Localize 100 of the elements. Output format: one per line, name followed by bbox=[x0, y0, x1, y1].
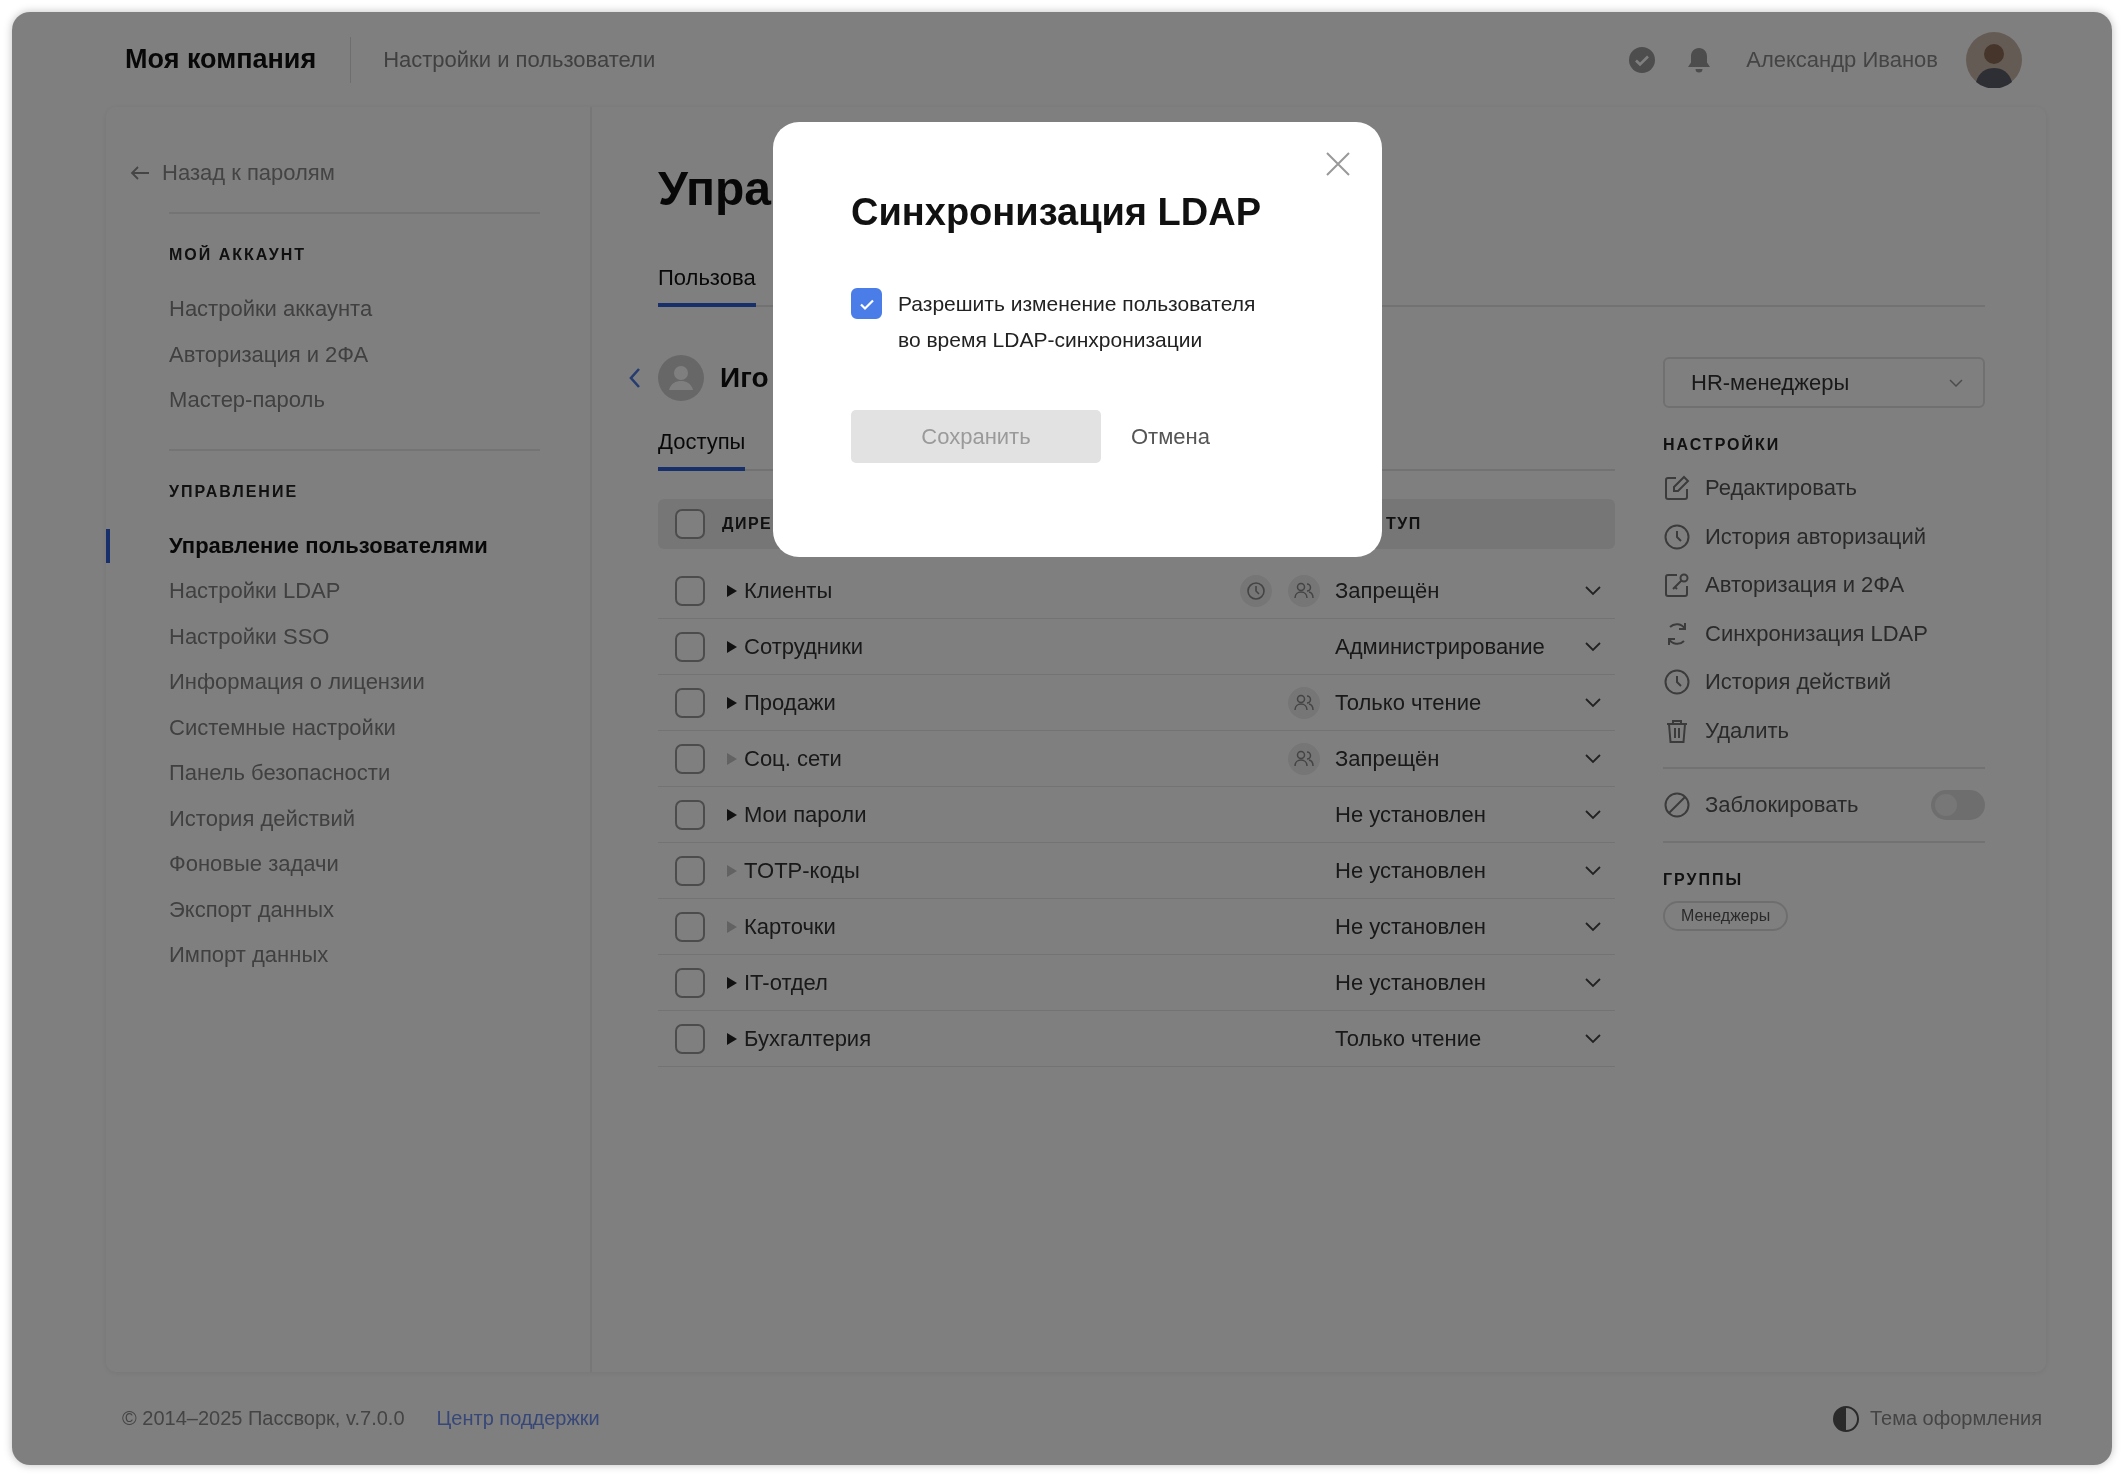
expand-triangle-icon[interactable] bbox=[727, 976, 737, 989]
user-avatar-icon bbox=[658, 355, 704, 401]
close-icon[interactable] bbox=[1325, 151, 1351, 177]
sidebar-item[interactable]: Информация о лицензии bbox=[169, 659, 425, 705]
section-heading: МОЙ АККАУНТ bbox=[169, 246, 307, 264]
contrast-icon[interactable] bbox=[1831, 1404, 1860, 1433]
sidebar-item[interactable]: Импорт данных bbox=[169, 932, 329, 978]
chevron-down-icon[interactable] bbox=[1585, 977, 1601, 988]
sidebar-item[interactable]: Мастер-пароль bbox=[169, 377, 325, 423]
block-icon bbox=[1663, 791, 1691, 819]
tab[interactable]: Пользова bbox=[658, 265, 756, 307]
sidebar-item[interactable]: Экспорт данных bbox=[169, 886, 334, 932]
tab[interactable]: Доступы bbox=[658, 429, 746, 471]
expand-triangle-icon[interactable] bbox=[727, 808, 737, 821]
chevron-down-icon[interactable] bbox=[1585, 697, 1601, 708]
avatar[interactable] bbox=[1966, 31, 2022, 88]
folder-name[interactable]: Мои пароли bbox=[744, 801, 1320, 828]
sidebar-item[interactable]: Авторизация и 2ФА bbox=[169, 331, 369, 377]
folder-name[interactable]: Бухгалтерия bbox=[744, 1025, 1320, 1052]
clock-icon bbox=[1663, 522, 1691, 551]
sidebar-item[interactable]: Системные настройки bbox=[169, 704, 396, 750]
column-header: ДИРЕ bbox=[722, 515, 774, 533]
checkbox[interactable] bbox=[851, 288, 882, 319]
active-indicator bbox=[106, 528, 110, 563]
checkbox[interactable] bbox=[675, 855, 705, 886]
company-name[interactable]: Моя компания bbox=[125, 44, 317, 75]
user-name[interactable]: Александр Иванов bbox=[1746, 46, 1938, 73]
section-heading: НАСТРОЙКИ bbox=[1663, 436, 1781, 454]
back-arrow-icon[interactable] bbox=[130, 165, 150, 181]
check-circle-icon[interactable] bbox=[1628, 45, 1657, 74]
folder-name[interactable]: Продажи bbox=[744, 689, 1272, 716]
folder-name[interactable]: IT-отдел bbox=[744, 969, 1320, 996]
clock-icon bbox=[1663, 668, 1691, 697]
access-dropdown[interactable]: Администрирование bbox=[1335, 633, 1585, 660]
expand-triangle-icon[interactable] bbox=[727, 584, 737, 597]
menu-item[interactable]: История действий bbox=[1705, 669, 1892, 696]
menu-item[interactable]: Авторизация и 2ФА bbox=[1705, 572, 1905, 599]
chevron-down-icon[interactable] bbox=[1585, 753, 1601, 764]
group-select[interactable]: HR-менеджеры bbox=[1663, 357, 1985, 408]
chevron-down-icon[interactable] bbox=[1585, 921, 1601, 932]
checkbox[interactable] bbox=[675, 799, 705, 830]
folder-name[interactable]: Соц. сети bbox=[744, 745, 1272, 772]
access-dropdown[interactable]: Только чтение bbox=[1335, 1025, 1585, 1052]
checkbox-label: Разрешить изменение пользователя во время LDAP-синхронизации bbox=[898, 291, 1257, 353]
chevron-down-icon[interactable] bbox=[1585, 585, 1601, 596]
block-label: Заблокировать bbox=[1705, 792, 1859, 818]
column-header: ТУП bbox=[1386, 515, 1422, 533]
chevron-down-icon[interactable] bbox=[1585, 865, 1601, 876]
copyright-text: © 2014–2025 Пассворк, v.7.0.0 bbox=[122, 1407, 405, 1430]
theme-link[interactable]: Тема оформления bbox=[1869, 1407, 2042, 1430]
checkbox[interactable] bbox=[675, 911, 705, 942]
group-tag[interactable]: Менеджеры bbox=[1663, 901, 1789, 931]
menu-item[interactable]: Удалить bbox=[1705, 717, 1789, 744]
sidebar-item[interactable]: Панель безопасности bbox=[169, 750, 391, 796]
expand-triangle-icon[interactable] bbox=[727, 696, 737, 709]
sidebar-item[interactable]: Настройки LDAP bbox=[169, 568, 341, 614]
folder-name[interactable]: Карточки bbox=[744, 913, 1320, 940]
section-heading: УПРАВЛЕНИЕ bbox=[169, 482, 299, 501]
user-name: Иго bbox=[720, 362, 769, 394]
checkbox[interactable] bbox=[675, 509, 705, 539]
folder-name[interactable]: Клиенты bbox=[744, 577, 1224, 604]
back-chevron-icon[interactable] bbox=[628, 367, 642, 389]
access-dropdown[interactable]: Не установлен bbox=[1335, 801, 1585, 828]
checkbox[interactable] bbox=[675, 575, 705, 606]
section-title: Настройки и пользователи bbox=[383, 46, 656, 73]
access-dropdown[interactable]: Запрещён bbox=[1335, 745, 1585, 772]
checkbox[interactable] bbox=[675, 631, 705, 662]
checkbox[interactable] bbox=[675, 743, 705, 774]
folder-name[interactable]: TOTP-коды bbox=[744, 857, 1320, 884]
sidebar-item[interactable]: Настройки SSO bbox=[169, 613, 330, 659]
section-heading: ГРУППЫ bbox=[1663, 871, 1744, 889]
expand-triangle-icon[interactable] bbox=[727, 1032, 737, 1045]
menu-item[interactable]: История авторизаций bbox=[1705, 523, 1926, 550]
menu-item[interactable]: Редактировать bbox=[1705, 475, 1857, 502]
sidebar-item[interactable]: Управление пользователями bbox=[169, 522, 488, 568]
access-dropdown[interactable]: Не установлен bbox=[1335, 857, 1585, 884]
checkbox[interactable] bbox=[675, 1023, 705, 1054]
back-link[interactable]: Назад к паролям bbox=[130, 107, 335, 212]
access-dropdown[interactable]: Не установлен bbox=[1335, 913, 1585, 940]
sidebar-item[interactable]: Фоновые задачи bbox=[169, 841, 339, 887]
chevron-down-icon[interactable] bbox=[1585, 641, 1601, 652]
login-icon bbox=[1663, 571, 1691, 600]
bell-icon[interactable] bbox=[1686, 45, 1713, 74]
expand-triangle-icon[interactable] bbox=[727, 640, 737, 653]
chevron-down-icon[interactable] bbox=[1585, 809, 1601, 820]
access-dropdown[interactable]: Только чтение bbox=[1335, 689, 1585, 716]
sidebar-item[interactable]: История действий bbox=[169, 795, 356, 841]
menu-item[interactable]: Синхронизация LDAP bbox=[1705, 620, 1928, 647]
chevron-down-icon[interactable] bbox=[1585, 1033, 1601, 1044]
access-dropdown[interactable]: Не установлен bbox=[1335, 969, 1585, 996]
checkbox[interactable] bbox=[675, 967, 705, 998]
checkbox[interactable] bbox=[675, 687, 705, 718]
cancel-button[interactable]: Отмена bbox=[1131, 419, 1210, 454]
sidebar-item[interactable]: Настройки аккаунта bbox=[169, 286, 373, 332]
access-dropdown[interactable]: Запрещён bbox=[1335, 577, 1585, 604]
chevron-down-icon[interactable] bbox=[1949, 378, 1963, 387]
dialog-title: Синхронизация LDAP bbox=[851, 190, 1262, 235]
folder-name[interactable]: Сотрудники bbox=[744, 633, 1320, 660]
support-link[interactable]: Центр поддержки bbox=[436, 1407, 600, 1430]
edit-icon bbox=[1663, 474, 1691, 503]
